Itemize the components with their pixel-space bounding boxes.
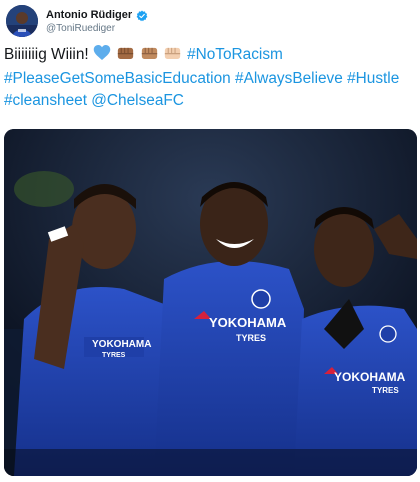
tweet-line-3: #cleansheet @ChelseaFC xyxy=(4,90,416,112)
fist-medium-icon xyxy=(141,45,158,68)
author-display-name[interactable]: Antonio Rüdiger xyxy=(46,8,132,22)
kit-sponsor-sub-text: TYRES xyxy=(236,333,266,343)
blue-heart-icon xyxy=(93,44,111,68)
avatar-photo-icon xyxy=(6,5,38,37)
author-handle[interactable]: @ToniRuediger xyxy=(46,22,148,35)
fist-light-icon xyxy=(164,45,181,68)
tweet-text: Biiiiiiig Wiiin! #NoToRacism #PleaseGetS… xyxy=(4,44,416,112)
tweet-word: Biiiiiiig Wiiin! xyxy=(4,46,89,63)
kit-sponsor-sub-text: TYRES xyxy=(372,386,399,395)
tweet-card: Antonio Rüdiger @ToniRuediger Biiiiiiig … xyxy=(0,0,420,482)
hashtag-link[interactable]: #Hustle xyxy=(347,70,399,87)
hashtag-link[interactable]: #AlwaysBelieve xyxy=(235,70,343,87)
team-celebration-photo: YOKOHAMA TYRES YOKOHAMA TYRES YOKOHAMA T… xyxy=(4,129,417,476)
tweet-photo[interactable]: YOKOHAMA TYRES YOKOHAMA TYRES YOKOHAMA T… xyxy=(4,129,417,476)
verified-badge-icon xyxy=(136,9,148,21)
fist-medium-dark-icon xyxy=(117,45,134,68)
tweet-line-1: Biiiiiiig Wiiin! #NoToRacism xyxy=(4,44,416,68)
tweet-header: Antonio Rüdiger @ToniRuediger xyxy=(6,4,148,38)
author-names: Antonio Rüdiger @ToniRuediger xyxy=(46,8,148,35)
mention-link[interactable]: @ChelseaFC xyxy=(91,92,184,109)
kit-sponsor-text: YOKOHAMA xyxy=(334,370,406,384)
kit-sponsor-text: YOKOHAMA xyxy=(209,315,287,330)
hashtag-link[interactable]: #cleansheet xyxy=(4,92,87,109)
kit-sponsor-sub-text: TYRES xyxy=(102,352,126,359)
hashtag-link[interactable]: #PleaseGetSomeBasicEducation xyxy=(4,70,231,87)
kit-sponsor-text: YOKOHAMA xyxy=(92,339,151,350)
tweet-line-2: #PleaseGetSomeBasicEducation #AlwaysBeli… xyxy=(4,68,416,90)
avatar[interactable] xyxy=(6,5,38,37)
hashtag-link[interactable]: #NoToRacism xyxy=(187,46,283,63)
